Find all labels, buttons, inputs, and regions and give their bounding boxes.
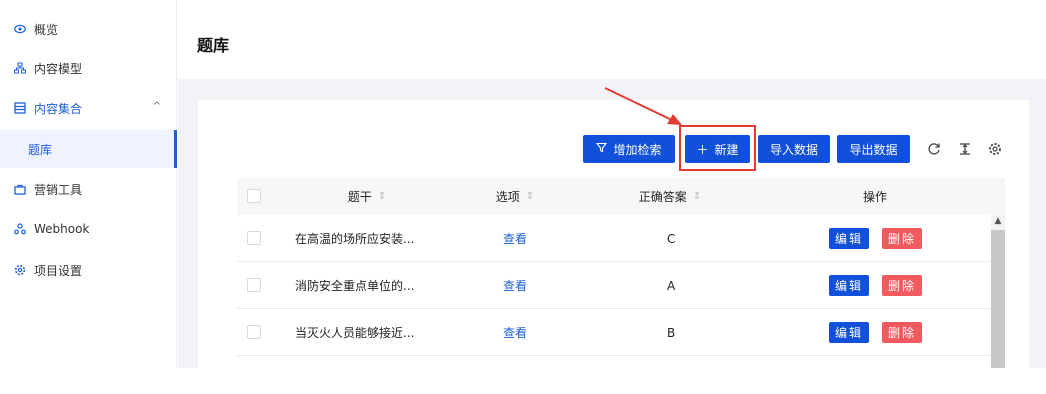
sidebar-item-project-settings[interactable]: 项目设置 bbox=[0, 251, 177, 289]
delete-button[interactable]: 删除 bbox=[882, 275, 922, 296]
sort-icon[interactable]: ⇕ bbox=[526, 191, 534, 202]
table-scrollbar-thumb[interactable] bbox=[991, 230, 1005, 368]
sidebar-item-question-bank[interactable]: 题库 bbox=[0, 130, 177, 168]
table-row: 在高温的场所应安装... 查看 C 编辑 删除 bbox=[237, 215, 991, 262]
sitemap-icon bbox=[14, 62, 26, 74]
filter-icon bbox=[596, 142, 608, 156]
sidebar-item-webhook[interactable]: Webhook bbox=[0, 210, 177, 248]
webhook-icon bbox=[14, 223, 26, 235]
table-header: 题干 ⇕ 选项 ⇕ 正确答案 ⇕ 操作 bbox=[237, 178, 1005, 215]
edit-button[interactable]: 编辑 bbox=[829, 228, 869, 249]
edit-button[interactable]: 编辑 bbox=[829, 275, 869, 296]
page-title: 题库 bbox=[197, 36, 230, 55]
column-height-icon[interactable] bbox=[956, 140, 974, 158]
sidebar-item-content-model[interactable]: 内容模型 bbox=[0, 49, 177, 87]
stem-cell: 消防安全重点单位的... bbox=[295, 279, 415, 293]
import-data-label: 导入数据 bbox=[769, 142, 818, 157]
view-options-link[interactable]: 查看 bbox=[503, 262, 527, 309]
chevron-up-icon[interactable]: ^ bbox=[153, 101, 161, 112]
gear-icon bbox=[14, 264, 26, 276]
row-checkbox[interactable] bbox=[247, 325, 261, 339]
sidebar-item-label: Webhook bbox=[34, 222, 90, 236]
column-header-answer[interactable]: 正确答案 ⇕ bbox=[615, 178, 725, 215]
answer-cell: B bbox=[667, 325, 676, 340]
settings-icon[interactable] bbox=[986, 140, 1004, 158]
import-data-button[interactable]: 导入数据 bbox=[758, 135, 830, 163]
sidebar-item-label: 内容集合 bbox=[34, 101, 83, 116]
annotation-highlight-box bbox=[679, 125, 756, 171]
content-gutter bbox=[1029, 100, 1046, 368]
export-data-button[interactable]: 导出数据 bbox=[837, 135, 910, 163]
content-gutter bbox=[178, 100, 198, 368]
sidebar-item-label: 营销工具 bbox=[34, 182, 83, 197]
sidebar-item-label: 内容模型 bbox=[34, 61, 83, 76]
delete-button[interactable]: 删除 bbox=[882, 322, 922, 343]
column-header-stem[interactable]: 题干 ⇕ bbox=[317, 178, 417, 215]
table-row: 当灭火人员能够接近... 查看 B 编辑 删除 bbox=[237, 309, 991, 356]
stem-cell: 当灭火人员能够接近... bbox=[295, 326, 415, 340]
header-divider bbox=[178, 79, 1046, 100]
sidebar-item-marketing-tools[interactable]: 营销工具 bbox=[0, 170, 177, 208]
sidebar-item-label: 概览 bbox=[34, 22, 59, 37]
view-options-link[interactable]: 查看 bbox=[503, 215, 527, 262]
sort-icon[interactable]: ⇕ bbox=[378, 191, 386, 202]
page-bottom bbox=[0, 368, 1046, 394]
view-options-link[interactable]: 查看 bbox=[503, 309, 527, 356]
answer-cell: C bbox=[667, 231, 676, 246]
select-all-checkbox[interactable] bbox=[247, 189, 261, 203]
export-data-label: 导出数据 bbox=[849, 142, 898, 157]
sidebar-item-label: 项目设置 bbox=[34, 263, 83, 278]
sidebar: 概览 内容模型 内容集合 ^ 题库 营销工具 Webhook 项目设置 bbox=[0, 0, 177, 368]
page-header: 题库 bbox=[178, 0, 1046, 79]
table-row: 消防安全重点单位的... 查看 A 编辑 删除 bbox=[237, 262, 991, 309]
sort-icon[interactable]: ⇕ bbox=[693, 191, 701, 202]
list-icon bbox=[14, 102, 26, 114]
add-filter-button[interactable]: 增加检索 bbox=[583, 135, 675, 163]
column-header-actions: 操作 bbox=[862, 190, 887, 204]
edit-button[interactable]: 编辑 bbox=[829, 322, 869, 343]
row-checkbox[interactable] bbox=[247, 231, 261, 245]
refresh-icon[interactable] bbox=[925, 140, 943, 158]
bag-icon bbox=[14, 183, 26, 195]
delete-button[interactable]: 删除 bbox=[882, 228, 922, 249]
sidebar-item-overview[interactable]: 概览 bbox=[0, 10, 177, 48]
add-filter-label: 增加检索 bbox=[613, 142, 662, 157]
stem-cell: 在高温的场所应安装... bbox=[295, 232, 415, 246]
answer-cell: A bbox=[667, 278, 676, 293]
eye-icon bbox=[14, 23, 26, 35]
sidebar-item-label: 题库 bbox=[28, 142, 53, 157]
sidebar-item-content-collection[interactable]: 内容集合 ^ bbox=[0, 89, 177, 127]
column-header-options[interactable]: 选项 ⇕ bbox=[465, 178, 565, 215]
row-checkbox[interactable] bbox=[247, 278, 261, 292]
scroll-up-icon[interactable]: ▲ bbox=[991, 214, 1005, 228]
